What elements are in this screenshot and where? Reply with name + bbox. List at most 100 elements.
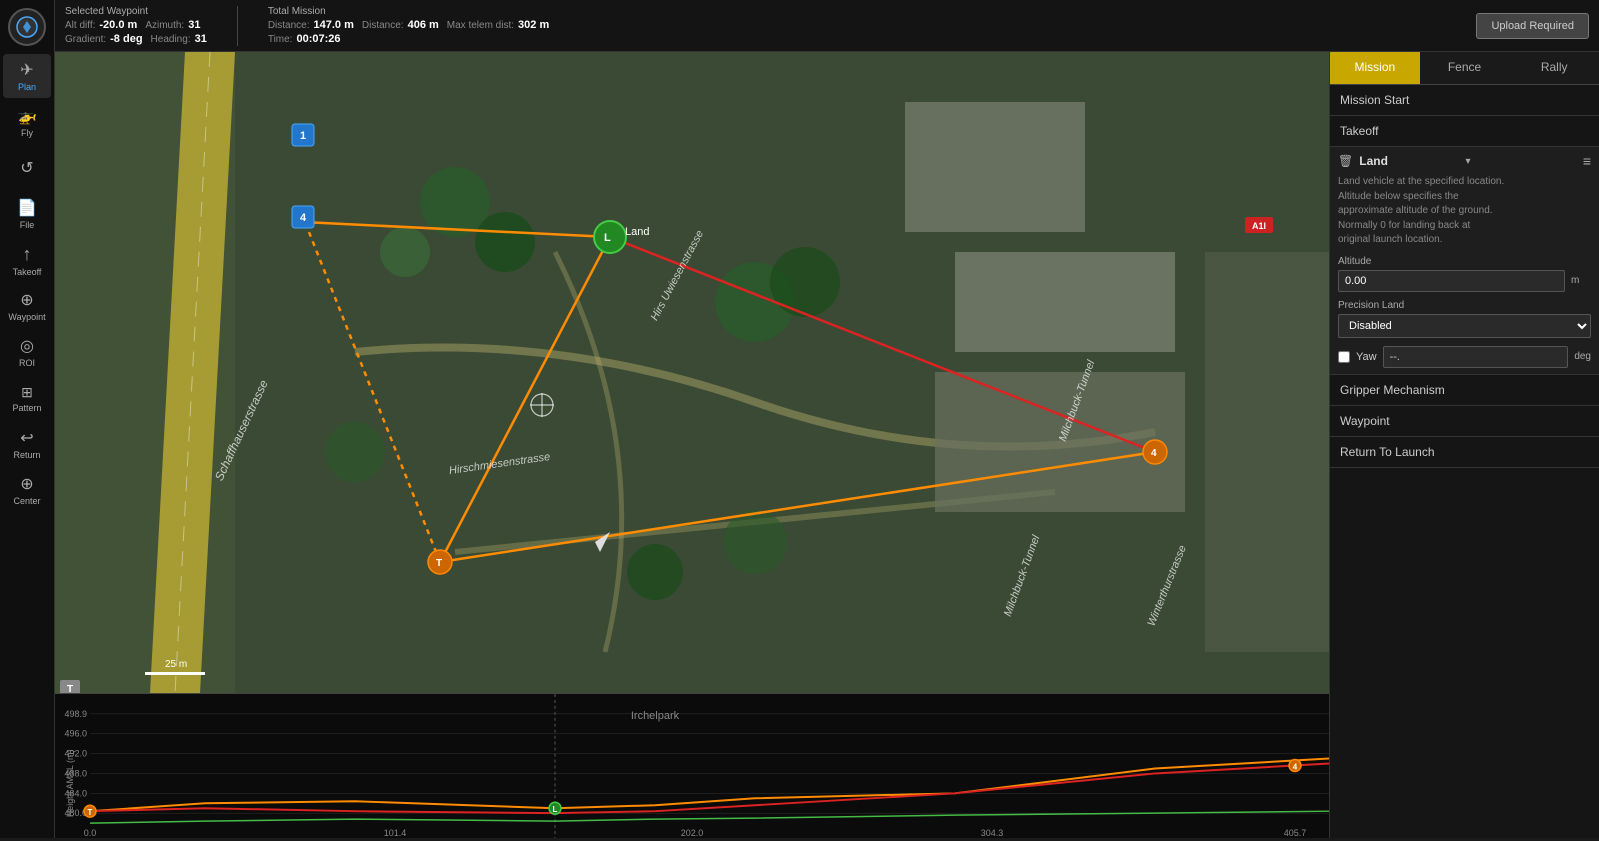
land-header: 🗑 Land ▾ ≡ xyxy=(1338,153,1591,169)
pattern-icon: ⊞ xyxy=(21,384,33,401)
land-menu-icon[interactable]: ≡ xyxy=(1583,153,1591,169)
waypoint-icon: ⊕ xyxy=(20,290,33,310)
yaw-row: Yaw deg xyxy=(1338,346,1591,368)
map-svg: 1 4 L Land T 4 A1l A1l Schaffhauserstras… xyxy=(55,52,1329,693)
file-icon: 📄 xyxy=(17,198,37,218)
alt-diff-value: -20.0 m xyxy=(99,19,137,31)
return-to-launch-label: Return To Launch xyxy=(1340,445,1435,459)
elevation-svg: Height AMSL (m) 498.9 496.0 492.0 488.0 … xyxy=(55,694,1329,838)
sidebar-item-pattern[interactable]: ⊞ Pattern xyxy=(3,376,51,420)
sidebar-item-refresh[interactable]: ↺ xyxy=(3,146,51,190)
sidebar-item-file[interactable]: 📄 File xyxy=(3,192,51,236)
sidebar-return-label: Return xyxy=(13,450,40,460)
panel-mission-start[interactable]: Mission Start xyxy=(1330,85,1599,116)
waypoint-item-label: Waypoint xyxy=(1340,414,1390,428)
svg-text:L: L xyxy=(604,232,611,244)
panel-gripper[interactable]: Gripper Mechanism xyxy=(1330,375,1599,406)
distance2-value: 406 m xyxy=(408,19,439,31)
sidebar-fly-label: Fly xyxy=(21,128,33,138)
svg-text:492.0: 492.0 xyxy=(65,749,88,759)
gradient-label: Gradient: xyxy=(65,34,106,45)
tab-mission[interactable]: Mission xyxy=(1330,52,1420,84)
svg-text:498.9: 498.9 xyxy=(65,709,88,719)
mission-start-label: Mission Start xyxy=(1340,93,1409,107)
svg-text:304.3: 304.3 xyxy=(981,828,1004,838)
distance-value: 147.0 m xyxy=(314,19,354,31)
center-icon: ⊕ xyxy=(20,474,33,494)
return-icon: ↩ xyxy=(20,428,33,448)
sidebar-item-roi[interactable]: ◎ ROI xyxy=(3,330,51,374)
tab-rally[interactable]: Rally xyxy=(1509,52,1599,84)
sidebar-waypoint-label: Waypoint xyxy=(8,312,45,322)
sidebar-center-label: Center xyxy=(13,496,40,506)
azimuth-value: 31 xyxy=(188,19,200,31)
svg-text:4: 4 xyxy=(1151,448,1157,459)
svg-text:Height AMSL (m): Height AMSL (m) xyxy=(65,750,75,818)
sidebar-item-center[interactable]: ⊕ Center xyxy=(3,468,51,512)
topbar-total-mission: Total Mission Distance: 147.0 m Distance… xyxy=(268,6,549,45)
svg-text:101.4: 101.4 xyxy=(384,828,407,838)
heading-value: 31 xyxy=(195,33,207,45)
land-item: 🗑 Land ▾ ≡ Land vehicle at the specified… xyxy=(1330,147,1599,375)
svg-text:488.0: 488.0 xyxy=(65,768,88,778)
svg-text:496.0: 496.0 xyxy=(65,729,88,739)
sidebar-item-waypoint[interactable]: ⊕ Waypoint xyxy=(3,284,51,328)
svg-text:405.7: 405.7 xyxy=(1284,828,1307,838)
tab-fence[interactable]: Fence xyxy=(1420,52,1510,84)
alt-diff-label: Alt diff: xyxy=(65,20,95,31)
panel-waypoint-item[interactable]: Waypoint xyxy=(1330,406,1599,437)
svg-text:T: T xyxy=(67,684,73,693)
max-telem-label: Max telem dist: xyxy=(447,20,514,31)
max-telem-value: 302 m xyxy=(518,19,549,31)
altitude-field-label: Altitude xyxy=(1338,256,1591,267)
svg-text:1: 1 xyxy=(300,130,306,142)
svg-text:484.0: 484.0 xyxy=(65,788,88,798)
sidebar-item-return[interactable]: ↩ Return xyxy=(3,422,51,466)
altitude-input[interactable] xyxy=(1338,270,1565,292)
total-mission-label: Total Mission xyxy=(268,6,549,17)
svg-text:0.0: 0.0 xyxy=(84,828,97,838)
distance-label: Distance: xyxy=(268,20,310,31)
gripper-label: Gripper Mechanism xyxy=(1340,383,1445,397)
sidebar-item-plan[interactable]: ✈ Plan xyxy=(3,54,51,98)
app-logo[interactable] xyxy=(8,8,46,46)
yaw-input[interactable] xyxy=(1383,346,1569,368)
takeoff-icon: ↑ xyxy=(23,244,32,265)
right-panel: Mission Fence Rally Mission Start Takeof… xyxy=(1329,52,1599,838)
svg-text:4: 4 xyxy=(1293,763,1298,772)
sidebar: ✈ Plan 🚁 Fly ↺ 📄 File ↑ Takeoff ⊕ Waypoi… xyxy=(0,0,55,838)
sidebar-plan-label: Plan xyxy=(18,82,36,92)
takeoff-label: Takeoff xyxy=(1340,124,1378,138)
svg-text:202.0: 202.0 xyxy=(681,828,704,838)
sidebar-roi-label: ROI xyxy=(19,358,35,368)
time-label: Time: xyxy=(268,34,293,45)
svg-text:T: T xyxy=(436,558,442,569)
map-area[interactable]: 1 4 L Land T 4 A1l A1l Schaffhauserstras… xyxy=(55,52,1329,693)
upload-button[interactable]: Upload Required xyxy=(1476,13,1589,39)
sidebar-pattern-label: Pattern xyxy=(12,403,41,413)
svg-text:L: L xyxy=(553,805,558,814)
roi-icon: ◎ xyxy=(20,336,34,356)
gradient-value: -8 deg xyxy=(110,33,142,45)
yaw-unit: deg xyxy=(1574,351,1591,362)
azimuth-label: Azimuth: xyxy=(145,20,184,31)
topbar-selected-waypoint: Selected Waypoint Alt diff: -20.0 m Azim… xyxy=(65,6,207,45)
refresh-icon: ↺ xyxy=(20,158,33,178)
svg-text:T: T xyxy=(88,808,93,817)
panel-return-to-launch[interactable]: Return To Launch xyxy=(1330,437,1599,468)
svg-text:25 m: 25 m xyxy=(165,659,187,670)
panel-takeoff[interactable]: Takeoff xyxy=(1330,116,1599,147)
land-description: Land vehicle at the specified location. … xyxy=(1338,175,1591,248)
svg-text:Irchelpark: Irchelpark xyxy=(631,710,680,722)
sidebar-item-takeoff[interactable]: ↑ Takeoff xyxy=(3,238,51,282)
precision-land-row: Disabled Opportunistic Required xyxy=(1338,314,1591,338)
land-title: Land xyxy=(1359,154,1459,168)
yaw-checkbox[interactable] xyxy=(1338,351,1350,363)
precision-land-select[interactable]: Disabled Opportunistic Required xyxy=(1338,314,1591,338)
svg-text:4: 4 xyxy=(300,212,307,224)
elevation-chart: Height AMSL (m) 498.9 496.0 492.0 488.0 … xyxy=(55,693,1329,838)
land-dropdown-icon[interactable]: ▾ xyxy=(1466,156,1471,167)
sidebar-item-fly[interactable]: 🚁 Fly xyxy=(3,100,51,144)
yaw-label: Yaw xyxy=(1356,351,1377,363)
altitude-unit: m xyxy=(1571,275,1591,286)
